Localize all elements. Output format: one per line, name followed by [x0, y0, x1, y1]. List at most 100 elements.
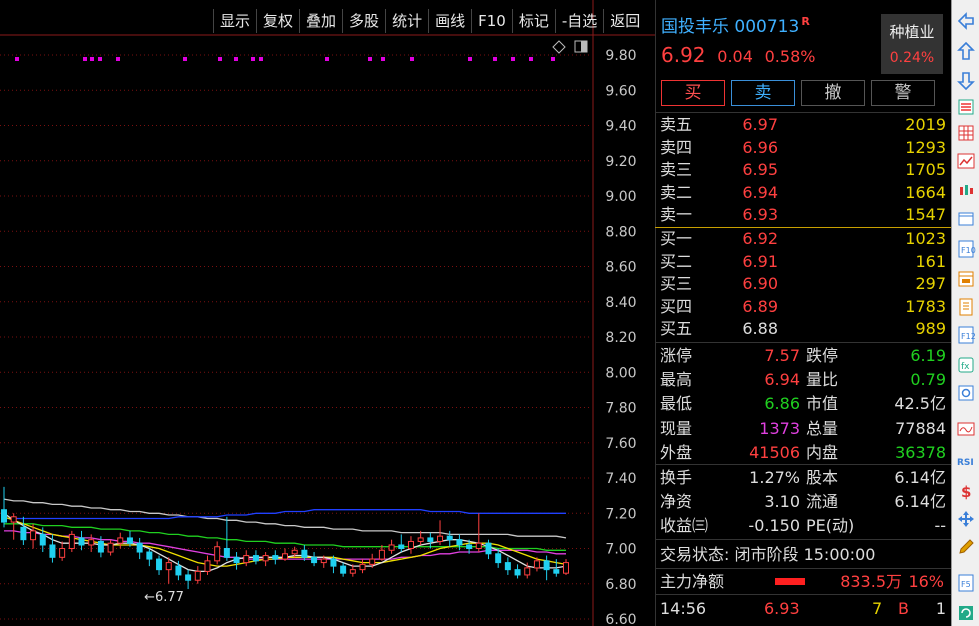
sector-box[interactable]: 种植业 0.24% [881, 14, 943, 74]
tick-count: 1 [935, 599, 946, 618]
candle-body [398, 544, 405, 549]
trade-buttons: 买 卖 撤 警 [661, 80, 935, 106]
bid-row[interactable]: 买五 6.88 989 [660, 318, 948, 340]
candle-body [320, 558, 327, 564]
bid-row[interactable]: 买四 6.89 1783 [660, 296, 948, 318]
toolbar-item-1[interactable]: 复权 [256, 9, 299, 33]
candle-body [59, 548, 66, 558]
quote-list-icon[interactable] [955, 96, 977, 118]
bid-row[interactable]: 买二 6.91 161 [660, 251, 948, 273]
ask-row[interactable]: 卖一 6.93 1547 [660, 204, 948, 226]
grid-table-icon[interactable] [955, 122, 977, 144]
candle-body [20, 526, 27, 541]
stat-value: 1373 [759, 418, 800, 438]
toolbar-item-0[interactable]: 显示 [213, 9, 256, 33]
toolbar-item-6[interactable]: F10 [471, 9, 512, 33]
divider [655, 342, 951, 343]
candle-body [126, 537, 133, 544]
bid-row[interactable]: 买一 6.92 1023 [660, 228, 948, 250]
sector-pct: 0.24% [889, 50, 935, 66]
stat-value: 6.94 [764, 370, 800, 390]
candle-body [233, 556, 240, 564]
money-icon[interactable]: $ [955, 480, 977, 502]
stat-row: 现量 1373 总量 77884 [660, 417, 948, 440]
move-icon[interactable] [955, 508, 977, 530]
bid-label: 买四 [660, 296, 693, 316]
line-chart-icon[interactable] [955, 150, 977, 172]
candle-body [563, 562, 569, 574]
candle-body [282, 553, 288, 560]
y-tick-label: 8.00 [605, 365, 636, 381]
bid-label: 买三 [660, 274, 693, 294]
ask-row[interactable]: 卖四 6.96 1293 [660, 137, 948, 159]
panel-divider [655, 0, 656, 626]
target-icon[interactable] [955, 382, 977, 404]
svg-text:F10: F10 [961, 246, 976, 255]
trade-status: 交易状态: 闭市阶段 15:00:00 [660, 545, 876, 564]
toolbar-item-2[interactable]: 叠加 [299, 9, 342, 33]
toolbar-item-3[interactable]: 多股 [342, 9, 385, 33]
stat-label: 量比 [806, 370, 839, 390]
ask-row[interactable]: 卖三 6.95 1705 [660, 159, 948, 181]
back-arrow-icon[interactable] [955, 10, 977, 32]
candle-body [262, 555, 269, 562]
candle-body [340, 565, 347, 574]
svg-text:F12: F12 [961, 332, 976, 341]
candle-body [330, 558, 337, 567]
bid-row[interactable]: 买三 6.90 297 [660, 273, 948, 295]
y-tick-label: 8.60 [605, 260, 636, 276]
toolbar-item-7[interactable]: 标记 [511, 9, 555, 33]
bid-label: 买一 [660, 229, 693, 248]
stat-label: 涨停 [660, 346, 693, 365]
divider [655, 539, 951, 540]
buy-button[interactable]: 买 [661, 80, 725, 106]
ask-row[interactable]: 卖二 6.94 1664 [660, 182, 948, 204]
candle-body [252, 555, 259, 562]
stat-label: 换手 [660, 468, 693, 487]
f12-icon[interactable]: F12 [955, 324, 977, 346]
ask-volume: 1664 [905, 182, 946, 202]
toolbar-item-8[interactable]: -自选 [554, 9, 603, 33]
tick-price: 6.93 [764, 599, 800, 618]
main-flow-bar [775, 578, 805, 585]
window-icon[interactable] [955, 208, 977, 230]
alert-button[interactable]: 警 [871, 80, 935, 106]
f10-icon[interactable]: F10 [955, 238, 977, 260]
candle-body [107, 542, 114, 553]
kline-chart[interactable]: 9.80 9.60 9.40 9.20 9.00 8.80 8.60 8.40 8.20 8.00… [0, 0, 655, 626]
notebook-icon[interactable] [955, 296, 977, 318]
toolbar-item-5[interactable]: 画线 [428, 9, 471, 33]
f5-icon[interactable]: F5 [955, 572, 977, 594]
sell-button[interactable]: 卖 [731, 80, 795, 106]
ask-volume: 1547 [905, 205, 946, 225]
svg-text:RSI: RSI [957, 458, 974, 468]
stat-value: 42.5亿 [894, 394, 946, 414]
candle-body [117, 537, 124, 544]
kline-icon[interactable] [955, 180, 977, 202]
rsi-icon[interactable]: RSI [955, 450, 977, 472]
tick-volume: 7 [872, 599, 883, 618]
y-tick-label: 9.60 [605, 83, 636, 99]
low-price-marker: ←6.77 [144, 590, 184, 605]
indicator-icon[interactable] [955, 418, 977, 440]
diamond-icon[interactable] [552, 40, 566, 54]
y-tick-label: 9.40 [605, 119, 636, 135]
refresh-icon[interactable] [955, 602, 977, 624]
main-flow-value: 833.5万 [840, 572, 902, 591]
y-tick-label: 8.80 [605, 224, 636, 240]
toolbar-item-4[interactable]: 统计 [385, 9, 428, 33]
formula-icon[interactable]: fx [955, 354, 977, 376]
ask-row[interactable]: 卖五 6.97 2019 [660, 114, 948, 136]
bid-volume: 1783 [905, 296, 946, 316]
stat-value: 3.10 [764, 492, 800, 511]
cancel-button[interactable]: 撤 [801, 80, 865, 106]
up-arrow-icon[interactable] [955, 40, 977, 62]
pencil-icon[interactable] [955, 536, 977, 558]
ask-label: 卖四 [660, 137, 693, 157]
candle-body [1, 509, 7, 523]
bid-label: 买五 [660, 319, 693, 339]
toolbar-item-9[interactable]: 返回 [603, 9, 646, 33]
down-arrow-icon[interactable] [955, 70, 977, 92]
y-tick-label: 7.60 [605, 436, 636, 452]
calendar-icon[interactable] [955, 268, 977, 290]
